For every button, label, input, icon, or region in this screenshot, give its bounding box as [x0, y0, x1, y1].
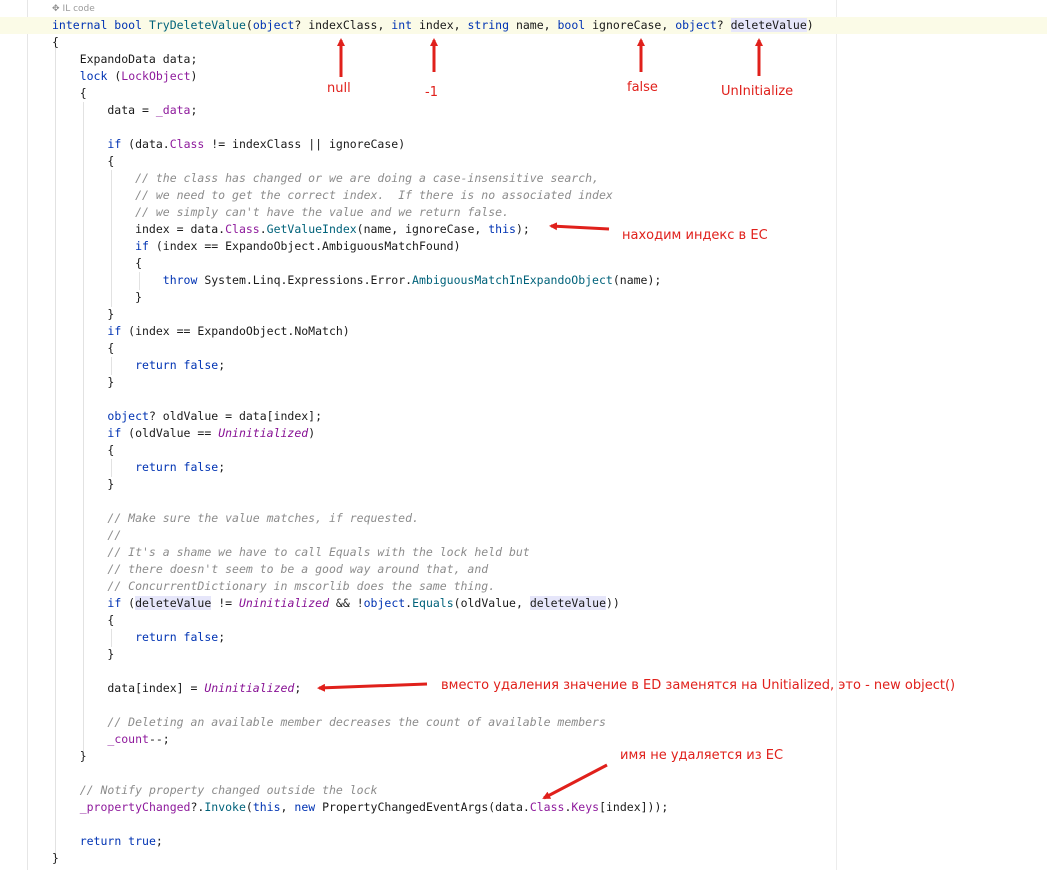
annotation-arrows	[317, 38, 763, 800]
annotation-null: null	[327, 81, 351, 96]
annotation-false: false	[627, 80, 658, 95]
arrow-uninitialized	[317, 682, 428, 692]
arrow-keys	[542, 763, 608, 800]
annotation-replace-value: вместо удаления значение в ED заменятся …	[441, 678, 956, 693]
annotation-name-not-removed: имя не удаляется из EC	[620, 748, 784, 763]
annotation-find-index: находим индекс в EC	[622, 228, 768, 243]
arrow-get-value-index	[549, 222, 610, 231]
annotation-uninitialize: UnInitialize	[721, 84, 794, 99]
annotation-minus-one: -1	[425, 85, 438, 100]
